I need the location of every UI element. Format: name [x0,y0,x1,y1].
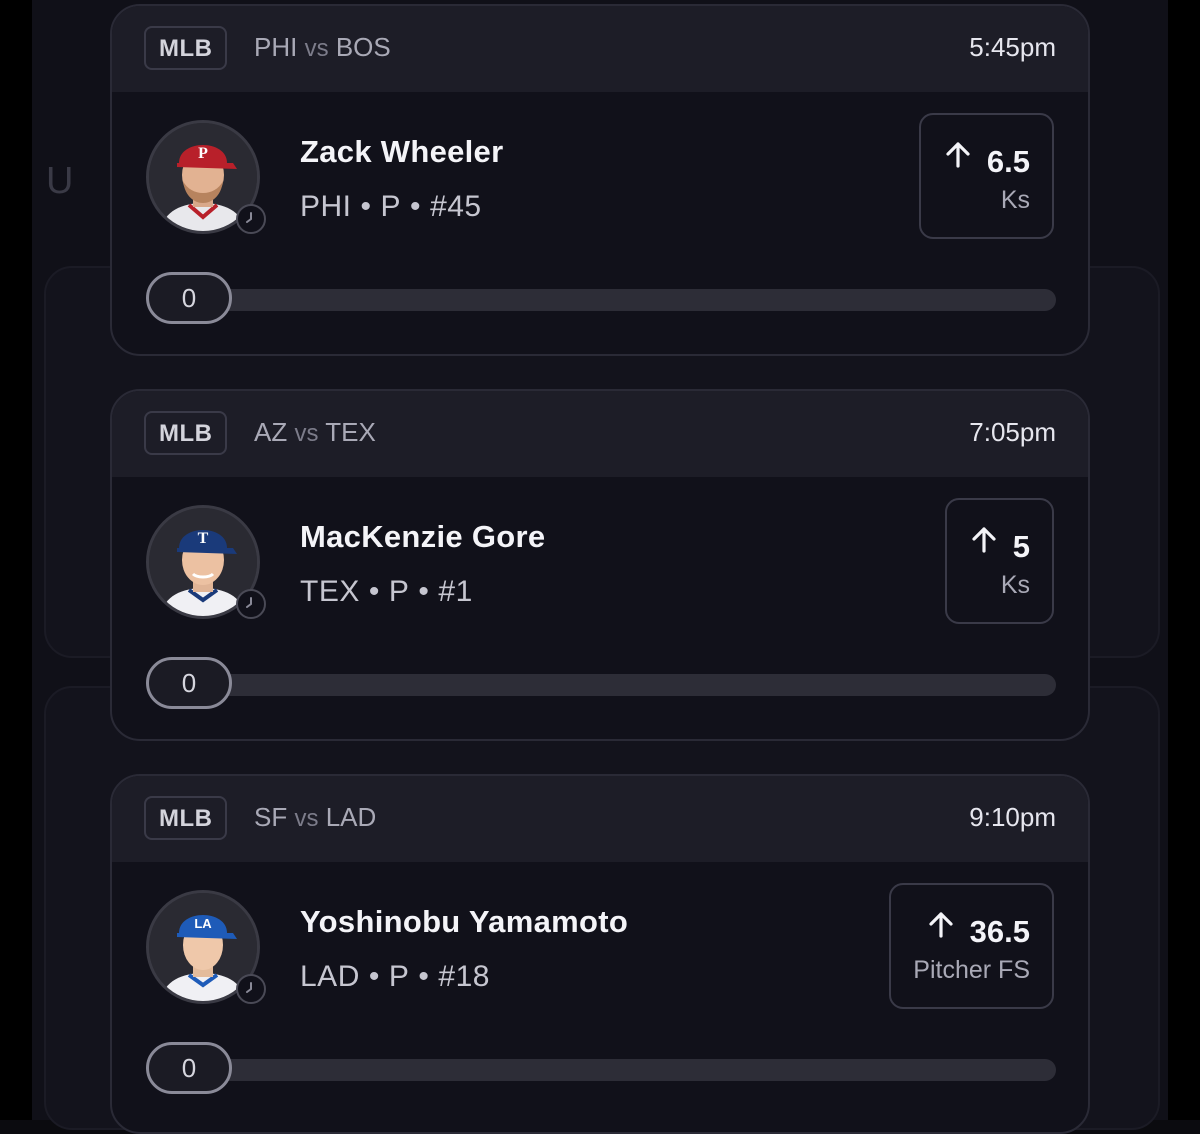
home-team: AZ [254,417,288,447]
clock-icon [236,974,266,1004]
away-team: LAD [325,802,377,832]
progress-track [172,289,1056,311]
player-team: TEX [300,575,360,608]
player-meta: LAD • P • #18 [300,960,490,994]
matchup: PHI vs BOS [254,32,391,63]
svg-text:P: P [198,145,208,162]
stat-label: Pitcher FS [913,956,1030,984]
player-meta: PHI • P • #45 [300,190,482,224]
progress-track [172,674,1056,696]
player-team: PHI [300,190,352,223]
background-text: U [46,160,74,202]
away-team: BOS [335,32,391,62]
separator: • [418,575,430,608]
pick-card[interactable]: MLB SF vs LAD 9:10pm LA Yoshinobu Yamamo… [110,774,1090,1134]
progress-value: 0 [146,657,232,709]
card-header: MLB PHI vs BOS 5:45pm [112,6,1088,92]
game-time: 5:45pm [969,32,1056,62]
right-edge [1168,0,1200,1120]
player-position: P [380,190,402,223]
separator: • [418,960,430,993]
pick-card[interactable]: MLB AZ vs TEX 7:05pm T MacKenzie Gore TE… [110,389,1090,741]
up-arrow-icon [969,524,999,570]
player-number: #45 [430,190,482,223]
player-position: P [388,960,410,993]
svg-text:LA: LA [194,916,212,931]
matchup: SF vs LAD [254,802,376,833]
away-team: TEX [325,417,376,447]
line-value: 6.5 [986,144,1030,179]
vs-label: vs [294,420,319,447]
svg-text:T: T [198,530,209,547]
game-time: 7:05pm [969,417,1056,447]
line-value: 5 [1012,529,1030,564]
progress-value: 0 [146,272,232,324]
player-position: P [388,575,410,608]
league-badge: MLB [144,796,228,840]
player-name[interactable]: MacKenzie Gore [300,519,545,555]
line-value: 36.5 [969,914,1030,949]
left-edge [0,0,32,1120]
matchup: AZ vs TEX [254,417,376,448]
clock-icon [236,204,266,234]
player-number: #1 [438,575,473,608]
home-team: SF [254,802,288,832]
clock-icon [236,589,266,619]
projection-button[interactable]: 5 Ks [944,498,1054,624]
separator: • [360,190,372,223]
projection-button[interactable]: 36.5 Pitcher FS [889,883,1054,1009]
projection-button[interactable]: 6.5 Ks [918,113,1054,239]
vs-label: vs [294,805,319,832]
pick-card[interactable]: MLB PHI vs BOS 5:45pm P Zack Wheeler PHI… [110,4,1090,356]
game-time: 9:10pm [969,802,1056,832]
card-header: MLB SF vs LAD 9:10pm [112,776,1088,862]
progress-value: 0 [146,1042,232,1094]
player-name[interactable]: Zack Wheeler [300,134,503,170]
separator: • [410,190,422,223]
progress-track [172,1059,1056,1081]
stat-label: Ks [1000,571,1030,599]
separator: • [368,960,380,993]
up-arrow-icon [926,909,956,955]
up-arrow-icon [943,139,973,185]
player-meta: TEX • P • #1 [300,575,473,609]
separator: • [368,575,380,608]
player-number: #18 [438,960,490,993]
player-name[interactable]: Yoshinobu Yamamoto [300,904,628,940]
player-team: LAD [300,960,360,993]
vs-label: vs [304,35,329,62]
card-header: MLB AZ vs TEX 7:05pm [112,391,1088,477]
home-team: PHI [254,32,298,62]
stat-label: Ks [1000,186,1030,214]
league-badge: MLB [144,26,228,70]
league-badge: MLB [144,411,228,455]
